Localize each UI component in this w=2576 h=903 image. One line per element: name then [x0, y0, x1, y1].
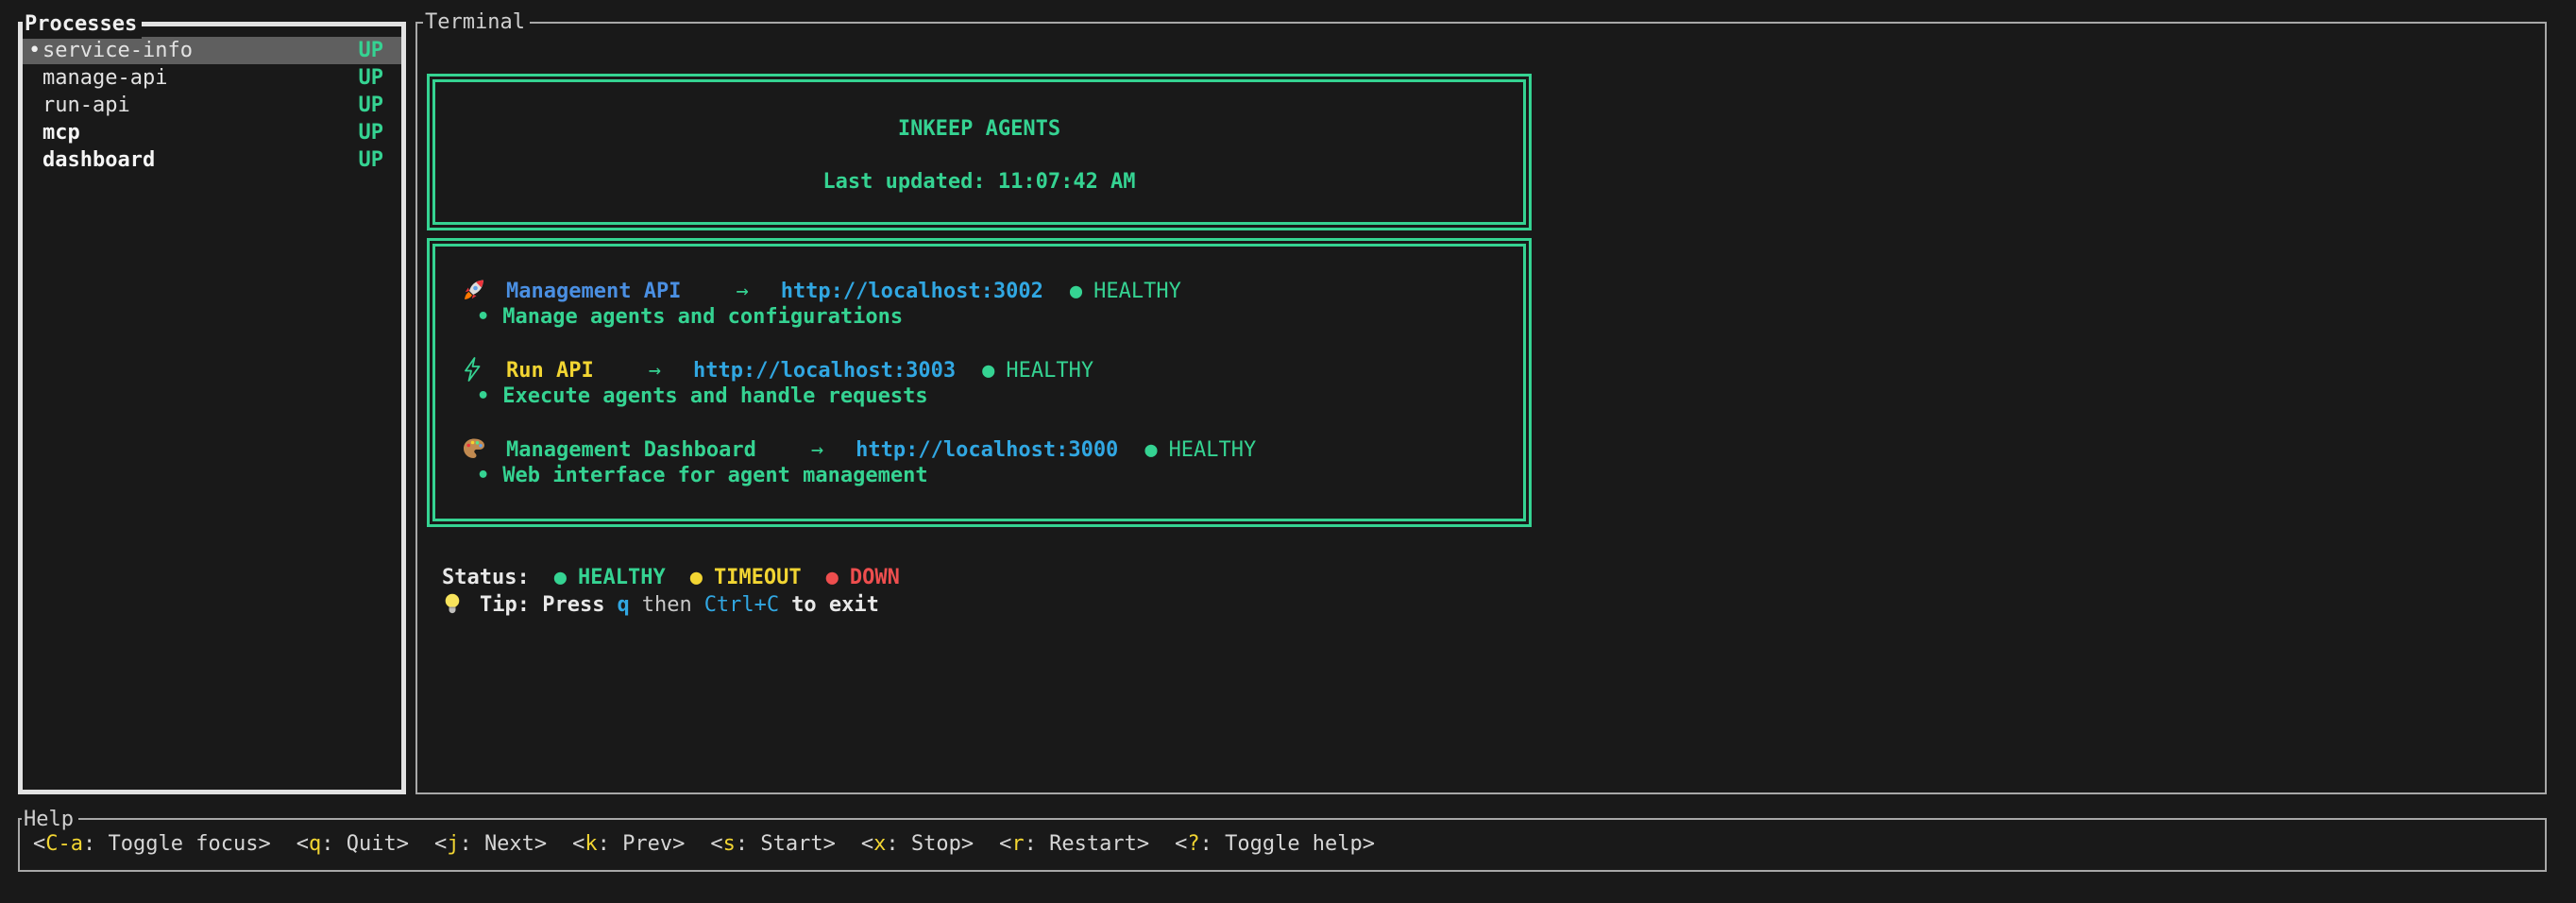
- status-legend: Status: ● HEALTHY ● TIMEOUT ● DOWN: [442, 565, 2545, 591]
- service-url[interactable]: http://localhost:3003: [693, 359, 956, 383]
- legend-down: ● DOWN: [826, 566, 900, 589]
- process-status-badge: UP: [359, 119, 384, 146]
- process-row-manage-api[interactable]: manage-api UP: [23, 64, 401, 92]
- service-name: Run API: [506, 359, 594, 383]
- last-updated-text: Last updated: 11:07:42 AM: [435, 169, 1523, 196]
- arrow-icon: →: [736, 280, 748, 303]
- shortcut-label: Stop: [886, 832, 960, 856]
- shortcut-key: ?: [1187, 832, 1199, 856]
- shortcut-label: Restart: [1025, 832, 1137, 856]
- shortcut-prev[interactable]: kPrev: [572, 832, 685, 856]
- arrow-icon: →: [649, 359, 661, 383]
- selected-indicator: [28, 119, 42, 146]
- tip-key-ctrl-c: Ctrl+C: [704, 593, 779, 617]
- selected-indicator: •: [28, 37, 42, 64]
- selected-indicator: [28, 64, 42, 92]
- service-run-api: Run API → http://localhost:3003 ● HEALTHY • E…: [435, 357, 1523, 410]
- shortcut-key: k: [585, 832, 597, 856]
- process-name: service-info: [42, 37, 359, 64]
- tip-key-q: q: [617, 593, 629, 617]
- process-row-run-api[interactable]: run-api UP: [23, 92, 401, 119]
- shortcut-key: x: [873, 832, 886, 856]
- terminal-panel-title: Terminal: [423, 9, 530, 37]
- tip-suffix: to exit: [791, 593, 879, 617]
- tip-line: Tip: Press qthen Ctrl+C to exit: [442, 591, 2545, 623]
- service-description: Manage agents and configurations: [502, 305, 903, 329]
- health-dot-icon: ●: [1070, 280, 1082, 303]
- shortcut-label: Quit: [321, 832, 396, 856]
- shortcut-label: Next: [459, 832, 534, 856]
- health-dot-icon: ●: [1144, 438, 1157, 462]
- service-description: Execute agents and handle requests: [502, 384, 927, 408]
- legend-healthy-label: HEALTHY: [578, 566, 666, 589]
- shortcut-restart[interactable]: rRestart: [999, 832, 1149, 856]
- health-status: HEALTHY: [1006, 359, 1093, 383]
- process-row-mcp[interactable]: mcp UP: [23, 119, 401, 146]
- shortcut-toggle-help[interactable]: ?Toggle help: [1175, 832, 1375, 856]
- bullet-icon: •: [477, 464, 489, 487]
- legend-healthy: ● HEALTHY: [554, 566, 666, 589]
- help-panel-title: Help: [22, 806, 78, 834]
- tip-prefix: Tip: Press: [480, 593, 604, 617]
- banner-heading: INKEEP AGENTS: [435, 116, 1523, 143]
- process-row-service-info[interactable]: • service-info UP: [23, 37, 401, 64]
- process-name: run-api: [42, 92, 359, 119]
- selected-indicator: [28, 92, 42, 119]
- health-dot-icon: ●: [982, 359, 994, 383]
- shortcut-quit[interactable]: qQuit: [297, 832, 409, 856]
- shortcut-label: Start: [736, 832, 823, 856]
- banner-box: INKEEP AGENTS Last updated: 11:07:42 AM: [427, 74, 1532, 230]
- arrow-icon: →: [811, 438, 823, 462]
- help-panel: Help C-aToggle focusqQuitjNextkPrevsStar…: [18, 818, 2547, 872]
- shortcut-label: Toggle focus: [83, 832, 258, 856]
- shortcut-key: s: [723, 832, 736, 856]
- legend-down-label: DOWN: [850, 566, 900, 589]
- bulb-icon: [442, 591, 480, 623]
- shortcut-next[interactable]: jNext: [434, 832, 547, 856]
- process-status-badge: UP: [359, 64, 384, 92]
- process-name: mcp: [42, 119, 359, 146]
- service-url[interactable]: http://localhost:3002: [781, 280, 1043, 303]
- shortcut-stop[interactable]: xStop: [861, 832, 974, 856]
- shortcut-key: C-a: [45, 832, 83, 856]
- process-status-badge: UP: [359, 37, 384, 64]
- health-status: HEALTHY: [1093, 280, 1181, 303]
- processes-panel-title: Processes: [23, 10, 142, 39]
- timeout-dot-icon: ●: [690, 566, 703, 589]
- process-name: dashboard: [42, 146, 359, 174]
- bullet-icon: •: [477, 305, 489, 329]
- down-dot-icon: ●: [826, 566, 839, 589]
- tip-middle: then: [642, 593, 692, 617]
- status-legend-label: Status:: [442, 566, 530, 589]
- selected-indicator: [28, 146, 42, 174]
- service-url[interactable]: http://localhost:3000: [856, 438, 1118, 462]
- process-row-dashboard[interactable]: dashboard UP: [23, 146, 401, 174]
- service-management-dashboard: Management Dashboard → http://localhost:30…: [435, 436, 1523, 489]
- processes-panel: Processes • service-info UP manage-api U…: [18, 22, 406, 794]
- process-status-badge: UP: [359, 146, 384, 174]
- process-list: • service-info UP manage-api UP run-api …: [23, 37, 401, 174]
- help-shortcuts: C-aToggle focus qQuit jNext kPrev sStart xSto…: [20, 820, 2545, 858]
- terminal-panel: Terminal INKEEP AGENTS Last updated: 11:…: [415, 22, 2547, 794]
- healthy-dot-icon: ●: [554, 566, 567, 589]
- service-management-api: Management API → http://localhost:3002 ● HEA…: [435, 278, 1523, 331]
- shortcut-key: q: [309, 832, 321, 856]
- shortcut-start[interactable]: sStart: [710, 832, 835, 856]
- service-name: Management API: [506, 280, 681, 303]
- shortcut-toggle-focus[interactable]: C-aToggle focus: [33, 832, 271, 856]
- shortcut-label: Toggle help: [1200, 832, 1363, 856]
- shortcut-key: r: [1011, 832, 1024, 856]
- legend-timeout-label: TIMEOUT: [714, 566, 802, 589]
- bullet-icon: •: [477, 384, 489, 408]
- service-name: Management Dashboard: [506, 438, 756, 462]
- health-status: HEALTHY: [1169, 438, 1257, 462]
- shortcut-label: Prev: [598, 832, 672, 856]
- shortcut-key: j: [447, 832, 459, 856]
- process-name: manage-api: [42, 64, 359, 92]
- services-box: Management API → http://localhost:3002 ● HEA…: [427, 238, 1532, 527]
- legend-timeout: ● TIMEOUT: [690, 566, 802, 589]
- service-description: Web interface for agent management: [502, 464, 927, 487]
- process-status-badge: UP: [359, 92, 384, 119]
